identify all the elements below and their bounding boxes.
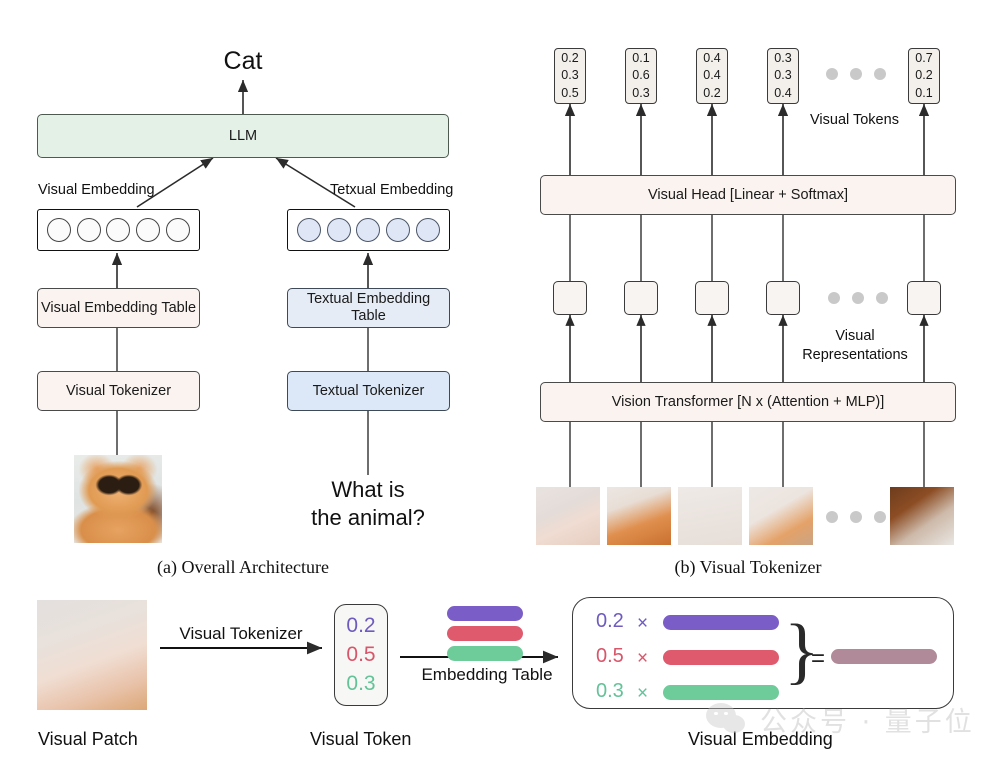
- visual-representation-square: [624, 281, 658, 315]
- embedding-slot: [166, 218, 191, 242]
- representations-ellipsis-icon: [828, 292, 888, 304]
- embedding-vector-bar: [663, 650, 779, 665]
- visual-token-column: 0.2 0.5 0.3: [334, 604, 388, 706]
- input-question-text: What is the animal?: [311, 477, 425, 530]
- visual-token-values: 0.3 0.3 0.4: [767, 48, 799, 104]
- embedding-slot: [386, 218, 411, 242]
- visual-representation-square: [695, 281, 729, 315]
- visual-representation-square: [553, 281, 587, 315]
- visual-representation-square: [766, 281, 800, 315]
- embedding-table-row: [447, 646, 523, 661]
- token-value: 0.3: [632, 85, 650, 100]
- embedding-coefficient: 0.5: [596, 645, 624, 667]
- input-cat-image: [74, 455, 162, 543]
- llm-block: LLM: [37, 114, 449, 158]
- visual-representations-label: Visual Representations: [802, 328, 908, 363]
- token-value: 0.4: [703, 51, 721, 66]
- token-value: 0.2: [703, 85, 721, 100]
- token-value: 0.5: [561, 85, 579, 100]
- embedding-coefficient: 0.3: [596, 680, 624, 702]
- visual-embedding-slots: [37, 209, 200, 251]
- multiply-icon: ×: [637, 648, 649, 669]
- visual-embedding-label: Visual Embedding: [38, 182, 155, 198]
- visual-token-values: 0.4 0.4 0.2: [696, 48, 728, 104]
- embedding-table-arrow-label: Embedding Table: [421, 665, 553, 684]
- embedding-table-row: [447, 626, 523, 641]
- visual-token-values: 0.2 0.3 0.5: [554, 48, 586, 104]
- patches-ellipsis-icon: [826, 511, 886, 523]
- embedding-slot: [136, 218, 161, 242]
- token-value: 0.4: [774, 85, 792, 100]
- embedding-table-row: [447, 606, 523, 621]
- resulting-embedding-bar: [831, 649, 937, 664]
- token-value: 0.3: [774, 51, 792, 66]
- token-value: 0.1: [632, 51, 650, 66]
- embedding-slot: [76, 218, 101, 242]
- token-value: 0.2: [915, 68, 933, 83]
- token-value: 0.4: [703, 68, 721, 83]
- figure-canvas: Cat LLM Visual Embedding Tetxual Embeddi…: [0, 0, 992, 758]
- visual-embedding-result-label: Visual Embedding: [688, 729, 833, 749]
- token-value: 0.2: [346, 613, 376, 637]
- panel-b-caption: (b) Visual Tokenizer: [674, 557, 822, 577]
- visual-tokens-label: Visual Tokens: [810, 112, 899, 128]
- image-patch: [749, 487, 813, 545]
- vision-transformer-block: Vision Transformer [N x (Attention + MLP…: [540, 382, 956, 422]
- token-value: 0.7: [915, 51, 933, 66]
- panel-a-caption: (a) Overall Architecture: [157, 557, 329, 577]
- visual-tokenizer-block: Visual Tokenizer: [37, 371, 200, 411]
- token-value: 0.6: [632, 68, 650, 83]
- image-patch: [678, 487, 742, 545]
- multiply-icon: ×: [637, 683, 649, 704]
- token-value: 0.3: [346, 672, 376, 696]
- textual-embedding-slots: [287, 209, 450, 251]
- visual-token-label: Visual Token: [310, 729, 412, 749]
- visual-head-block: Visual Head [Linear + Softmax]: [540, 175, 956, 215]
- embedding-slot: [296, 218, 321, 242]
- textual-tokenizer-block: Textual Tokenizer: [287, 371, 450, 411]
- embedding-vector-bar: [663, 615, 779, 630]
- image-patch: [890, 487, 954, 545]
- visual-token-values: 0.7 0.2 0.1: [908, 48, 940, 104]
- token-value: 0.3: [561, 68, 579, 83]
- embedding-slot: [326, 218, 351, 242]
- image-patch: [536, 487, 600, 545]
- multiply-icon: ×: [637, 613, 649, 634]
- embedding-slot: [356, 218, 381, 242]
- visual-representation-square: [907, 281, 941, 315]
- token-value: 0.2: [561, 51, 579, 66]
- visual-token-values: 0.1 0.6 0.3: [625, 48, 657, 104]
- visual-patch-label: Visual Patch: [38, 729, 138, 749]
- image-patch: [607, 487, 671, 545]
- token-value: 0.1: [915, 85, 933, 100]
- visual-patch-image: [37, 600, 147, 710]
- equals-sign: =: [811, 645, 826, 672]
- embedding-slot: [416, 218, 441, 242]
- textual-embedding-table-block: Textual Embedding Table: [287, 288, 450, 328]
- embedding-slot: [106, 218, 131, 242]
- token-value: 0.5: [346, 642, 376, 666]
- visual-embedding-table-block: Visual Embedding Table: [37, 288, 200, 328]
- embedding-vector-bar: [663, 685, 779, 700]
- visual-tokenizer-arrow-label: Visual Tokenizer: [179, 624, 303, 643]
- token-value: 0.3: [774, 68, 792, 83]
- embedding-coefficient: 0.2: [596, 610, 624, 632]
- embedding-slot: [46, 218, 71, 242]
- llm-output-text: Cat: [223, 47, 263, 75]
- textual-embedding-label: Tetxual Embedding: [330, 182, 454, 198]
- tokens-ellipsis-icon: [826, 68, 886, 80]
